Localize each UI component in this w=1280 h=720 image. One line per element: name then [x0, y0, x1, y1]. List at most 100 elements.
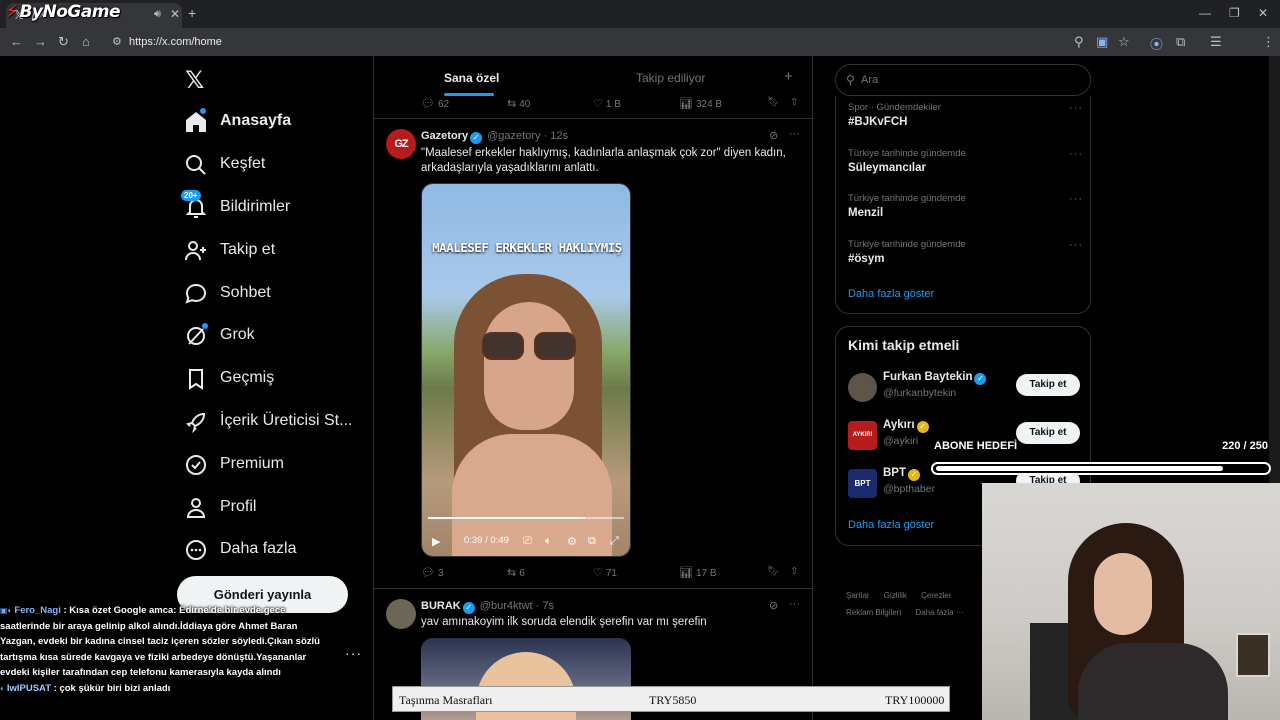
video-progress-fill [428, 517, 585, 519]
captions-icon[interactable]: ⎚ [523, 535, 532, 548]
tweet-time[interactable]: 12s [550, 130, 568, 142]
repost-count: 40 [519, 99, 531, 110]
extension-icon[interactable]: ⦿ [1150, 34, 1163, 53]
trend-item[interactable]: Türkiye tarihinde gündemde #ösym ··· [848, 239, 1083, 275]
tweet-more-icon[interactable]: ··· [789, 598, 800, 610]
add-feed-icon[interactable]: + [784, 68, 793, 85]
tab-following[interactable]: Takip ediliyor [636, 71, 705, 85]
person-icon [186, 498, 206, 518]
goal-count: 220 / 250 [1222, 440, 1268, 452]
streamer-body [1078, 643, 1228, 720]
tweet-video[interactable]: MAALESEF ERKEKLER HAKLIYMIŞ ▶ 0:39 / 0:4… [421, 183, 631, 557]
footer-link[interactable]: Reklam Bilgileri [846, 608, 901, 617]
pip-icon[interactable]: ⧉ [588, 535, 596, 548]
like-count: 71 [605, 568, 617, 579]
avatar[interactable] [848, 373, 877, 402]
site-info-icon[interactable]: ⚙ [112, 35, 122, 48]
sidebar-item-label: Sohbet [220, 284, 271, 301]
avatar[interactable]: BPT [848, 469, 877, 498]
translate-icon[interactable]: ▣ [1096, 34, 1108, 50]
search-icon: ⚲ [846, 73, 855, 87]
like-button[interactable]: ♡ 71 [593, 566, 617, 579]
follow-button[interactable]: Takip et [1016, 374, 1080, 396]
search-placeholder: Ara [861, 74, 879, 86]
follow-suggestion[interactable]: Furkan Baytekin ✓ @furkanbytekin Takip et [848, 371, 1080, 405]
trend-name: #ösym [848, 253, 885, 265]
view-count: 324 B [695, 99, 723, 110]
views-button[interactable]: 📊︎ 17 B [679, 566, 717, 579]
trend-more-icon[interactable]: ··· [1069, 102, 1083, 114]
suggestion-handle: @aykiri [883, 435, 919, 447]
fullscreen-icon[interactable]: ⤢ [610, 535, 619, 548]
avatar[interactable] [386, 599, 416, 629]
like-button[interactable]: ♡ 1 B [593, 97, 621, 110]
new-tab-button[interactable]: + [188, 5, 196, 21]
tweet-author-name[interactable]: BURAK [421, 600, 461, 612]
tweet-more-icon[interactable]: ··· [789, 128, 800, 140]
tweet-handle[interactable]: @gazetory [487, 130, 540, 142]
views-button[interactable]: 📊︎ 324 B [679, 97, 722, 110]
trend-more-icon[interactable]: ··· [1069, 239, 1083, 251]
footer-link[interactable]: Çerezler [921, 591, 951, 600]
home-page-icon[interactable]: ⌂ [82, 34, 90, 49]
grok-tweet-icon[interactable]: ⊘ [769, 129, 778, 142]
show-more-trends-link[interactable]: Daha fazla göster [848, 288, 934, 300]
trend-item[interactable]: Türkiye tarihinde gündemde Süleymancılar… [848, 148, 1083, 184]
address-bar[interactable]: ⚙ https://x.com/home [104, 31, 1144, 53]
bookmark-tweet-icon[interactable]: 🔖︎ [767, 566, 780, 577]
tab-audio-icon[interactable]: 🔊︎ [154, 8, 161, 21]
browser-menu-icon[interactable]: ⋮ [1262, 34, 1275, 50]
show-more-suggestions-link[interactable]: Daha fazla göster [848, 519, 934, 531]
share-icon[interactable]: ⇧ [790, 97, 798, 108]
ticker-current: TRY5850 [649, 693, 697, 707]
search-input[interactable]: ⚲ Ara [835, 64, 1091, 96]
reply-count: 62 [437, 99, 450, 110]
repost-count: 6 [519, 568, 525, 579]
tab-for-you[interactable]: Sana özel [444, 71, 499, 85]
close-window-button[interactable]: ✕ [1258, 6, 1268, 20]
extensions-puzzle-icon[interactable]: ⧉ [1176, 34, 1185, 50]
reply-button[interactable]: 💬︎ 62 [421, 97, 449, 110]
minimize-button[interactable]: — [1199, 6, 1211, 20]
trends-panel: Spor · Gündemdekiler #BJKvFCH ··· Türkiy… [835, 96, 1091, 314]
video-caption: MAALESEF ERKEKLER HAKLIYMIŞ [432, 240, 622, 255]
forward-icon[interactable]: → [34, 34, 47, 49]
tab-close-icon[interactable]: ✕ [170, 7, 180, 21]
chat-username: IwIPUSAT [6, 682, 52, 694]
trend-item[interactable]: Türkiye tarihinde gündemde Menzil ··· [848, 193, 1083, 229]
play-icon[interactable]: ▶ [432, 535, 440, 548]
repost-button[interactable]: ⇆ 40 [507, 97, 530, 110]
share-icon[interactable]: ⇧ [790, 566, 798, 577]
repost-button[interactable]: ⇆ 6 [507, 566, 525, 579]
suggestion-name: Aykırı [883, 419, 915, 431]
tweet-divider [374, 118, 813, 119]
restore-button[interactable]: ❐ [1229, 6, 1240, 20]
tweet-author-name[interactable]: Gazetory [421, 130, 468, 142]
back-icon[interactable]: ← [10, 34, 23, 49]
reply-button[interactable]: 💬︎ 3 [421, 566, 444, 579]
sidebar-item-label: Keşfet [220, 155, 266, 172]
tweet-handle[interactable]: @bur4ktwt [480, 600, 533, 612]
bookmark-tweet-icon[interactable]: 🔖︎ [767, 97, 780, 108]
tweet-time[interactable]: 7s [542, 600, 554, 612]
footer-link[interactable]: Şartlar [846, 591, 870, 600]
bookmark-star-icon[interactable]: ☆ [1118, 34, 1130, 50]
zoom-icon[interactable]: ⚲ [1074, 34, 1084, 50]
grok-tweet-icon[interactable]: ⊘ [769, 599, 778, 612]
footer-link[interactable]: Daha fazla ··· [915, 608, 963, 617]
reading-list-icon[interactable]: ☰ [1210, 34, 1222, 50]
reload-icon[interactable]: ↻ [58, 34, 69, 50]
video-progress-bar[interactable] [428, 517, 624, 519]
volume-icon[interactable]: 🔈︎ [545, 535, 552, 548]
x-logo-icon[interactable]: 𝕏 [185, 66, 204, 95]
avatar[interactable]: AYKIRI [848, 421, 877, 450]
settings-icon[interactable]: ⚙ [567, 535, 577, 548]
footer-link[interactable]: Gizlilik [884, 591, 907, 600]
ticker-target: TRY100000 [885, 693, 945, 707]
trend-item[interactable]: Spor · Gündemdekiler #BJKvFCH ··· [848, 102, 1083, 138]
sidebar-item-label: Premium [220, 455, 285, 472]
trend-more-icon[interactable]: ··· [1069, 148, 1083, 160]
account-menu-icon[interactable]: ··· [345, 645, 362, 661]
trend-more-icon[interactable]: ··· [1069, 193, 1083, 205]
avatar[interactable]: GZ [386, 129, 416, 159]
